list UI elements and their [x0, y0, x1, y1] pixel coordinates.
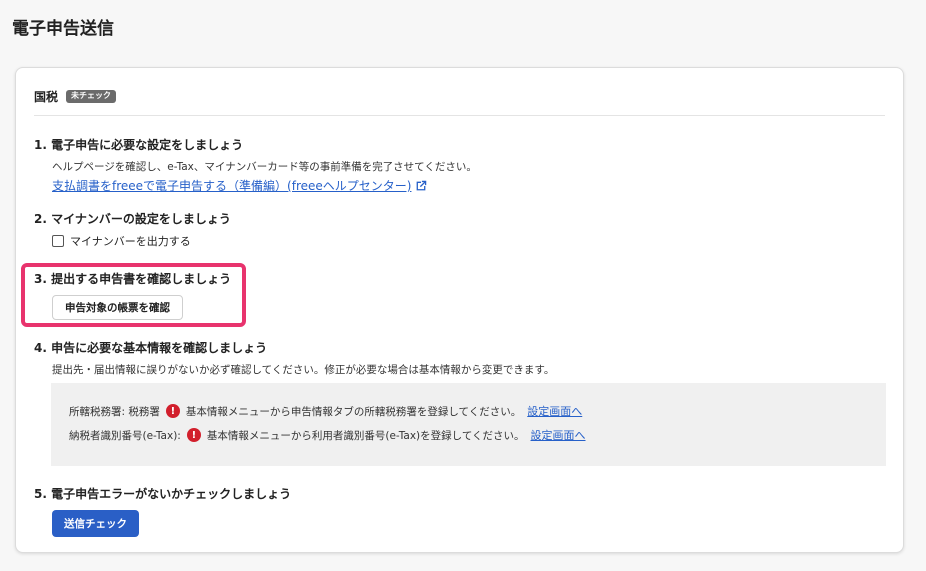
- step-1-title: 1. 電子申告に必要な設定をしましょう: [34, 138, 244, 152]
- taxpayer-id-message: 基本情報メニューから利用者識別番号(e-Tax)を登録してください。: [206, 429, 525, 442]
- step-2: 2. マイナンバーの設定をしましょう マイナンバーを出力する: [34, 210, 231, 249]
- status-badge: 未チェック: [66, 90, 117, 103]
- step-5-title: 5. 電子申告エラーがないかチェックしましょう: [34, 487, 292, 501]
- step-4-desc: 提出先・届出情報に誤りがないか必ず確認してください。修正が必要な場合は基本情報か…: [52, 364, 555, 376]
- my-number-checkbox-label: マイナンバーを出力する: [70, 235, 191, 248]
- card-header-label: 国税: [34, 90, 59, 104]
- page-title: 電子申告送信: [12, 19, 114, 39]
- basic-info-box: 所轄税務署: 税務署 ! 基本情報メニューから申告情報タブの所轄税務署を登録して…: [51, 383, 886, 466]
- external-link-icon: [417, 180, 427, 190]
- step-4-title: 4. 申告に必要な基本情報を確認しましょう: [34, 341, 268, 355]
- step-2-title: 2. マイナンバーの設定をしましょう: [34, 212, 231, 226]
- taxpayer-id-label: 納税者識別番号(e-Tax):: [69, 429, 181, 442]
- step-3-highlight: [21, 263, 246, 327]
- help-center-link[interactable]: 支払調書をfreeeで電子申告する（準備編）(freeeヘルプセンター): [52, 177, 428, 194]
- exclamation-circle-icon: !: [165, 404, 180, 418]
- exclamation-circle-icon: !: [186, 428, 201, 442]
- step-4: 4. 申告に必要な基本情報を確認しましょう 提出先・届出情報に誤りがないか必ず確…: [34, 339, 554, 377]
- help-center-link-label: 支払調書をfreeeで電子申告する（準備編）(freeeヘルプセンター): [52, 179, 412, 193]
- card-header: 国税 未チェック: [34, 88, 117, 105]
- header-divider: [34, 115, 885, 116]
- tax-office-row: 所轄税務署: 税務署 ! 基本情報メニューから申告情報タブの所轄税務署を登録して…: [69, 403, 582, 419]
- my-number-checkbox-row[interactable]: マイナンバーを出力する: [52, 233, 231, 249]
- send-check-button[interactable]: 送信チェック: [52, 510, 139, 537]
- taxpayer-id-row: 納税者識別番号(e-Tax): ! 基本情報メニューから利用者識別番号(e-Ta…: [69, 427, 586, 443]
- tax-office-message: 基本情報メニューから申告情報タブの所轄税務署を登録してください。: [185, 405, 522, 418]
- tax-office-label: 所轄税務署: 税務署: [69, 405, 160, 418]
- taxpayer-id-settings-link[interactable]: 設定画面へ: [531, 427, 586, 443]
- step-1: 1. 電子申告に必要な設定をしましょう ヘルプページを確認し、e-Tax、マイナ…: [34, 136, 477, 194]
- tax-office-settings-link[interactable]: 設定画面へ: [527, 403, 582, 419]
- step-1-desc: ヘルプページを確認し、e-Tax、マイナンバーカード等の事前準備を完了させてくだ…: [52, 161, 477, 173]
- step-5: 5. 電子申告エラーがないかチェックしましょう 送信チェック: [34, 485, 291, 537]
- my-number-checkbox[interactable]: [52, 235, 64, 247]
